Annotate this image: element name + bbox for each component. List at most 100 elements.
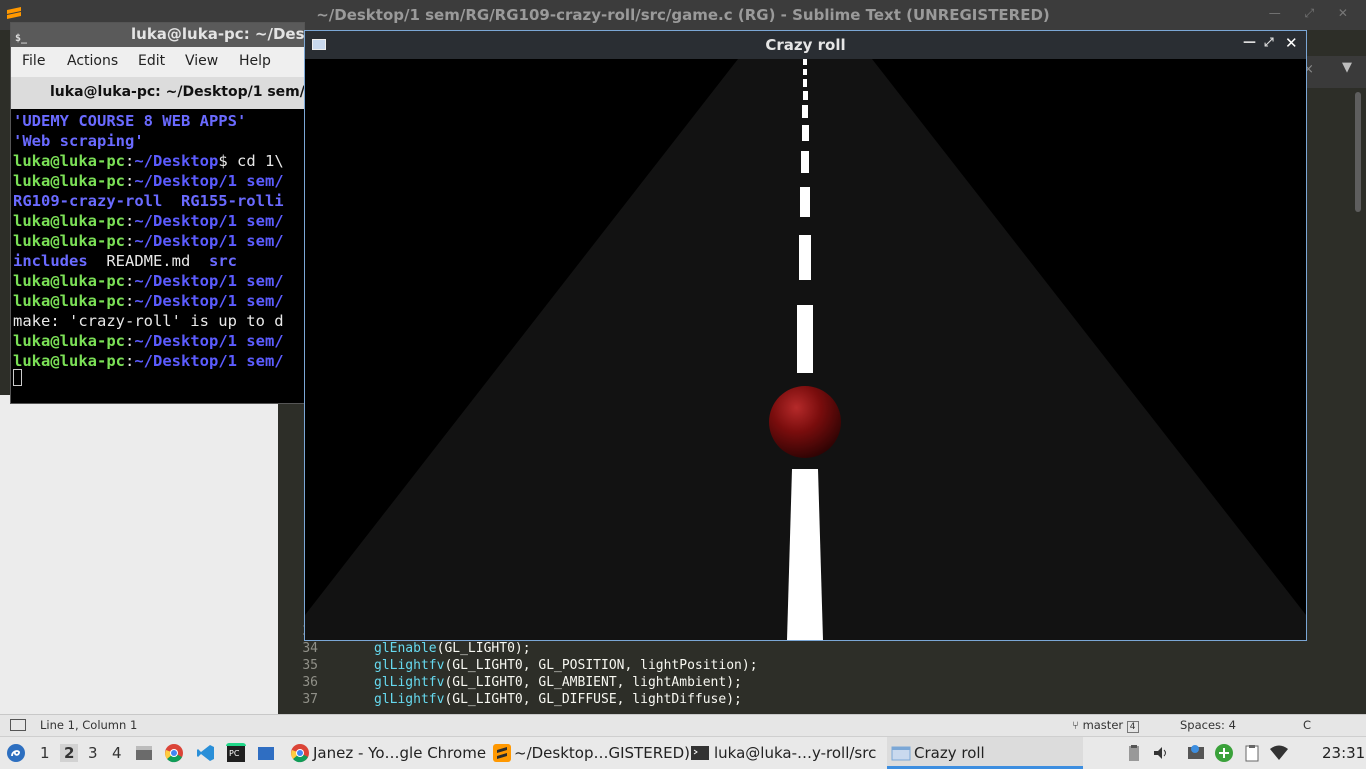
pycharm-icon[interactable]: PC (226, 743, 246, 763)
vscode-icon[interactable] (196, 743, 216, 763)
lane-dash (799, 235, 811, 280)
prompt-separator: : (124, 352, 135, 370)
desktop-2[interactable]: 2 (60, 744, 79, 762)
task-label: ~/Desktop…GISTERED) (514, 744, 690, 762)
task-chrome[interactable]: Janez - Yo…gle Chrome (288, 737, 486, 769)
branch-badge: 4 (1126, 721, 1139, 733)
clipboard-icon[interactable] (1124, 743, 1144, 763)
terminal-tabbar: luka@luka-pc: ~/Desktop/1 sem/RG (11, 77, 304, 109)
code-args: (GL_LIGHT0, GL_DIFFUSE, lightDiffuse); (444, 692, 742, 707)
task-crazy-roll[interactable]: Crazy roll (887, 737, 1083, 769)
cursor-position[interactable]: Line 1, Column 1 (40, 718, 137, 732)
window-list-icon[interactable] (256, 743, 276, 763)
code-line: 37 glLightfv(GL_LIGHT0, GL_DIFFUSE, light… (278, 691, 742, 708)
sublime-window-buttons[interactable]: — ⤢ ✕ (1269, 6, 1358, 21)
lane-dash (803, 59, 807, 65)
task-terminal[interactable]: luka@luka-…y-roll/src (690, 737, 880, 769)
terminal-line: RG109-crazy-roll RG155-rolli (13, 191, 284, 211)
prompt-path: ~/Desktop/1 sem/ (134, 212, 284, 230)
menu-file[interactable]: File (22, 53, 45, 69)
terminal-cursor (13, 369, 22, 386)
code-args: (GL_LIGHT0); (436, 641, 531, 656)
terminal-tab[interactable]: luka@luka-pc: ~/Desktop/1 sem/RG (50, 84, 304, 100)
terminal-line: luka@luka-pc:~/Desktop/1 sem/ (13, 231, 284, 251)
lane-dash (787, 469, 823, 640)
terminal-line: 'UDEMY COURSE 8 WEB APPS' (13, 111, 246, 131)
ball (769, 386, 841, 458)
notification-icon[interactable] (1186, 743, 1206, 763)
prompt-user: luka@luka-pc (13, 212, 125, 230)
prompt-path: ~/Desktop (134, 152, 219, 170)
prompt-separator: : (124, 212, 135, 230)
terminal-line: luka@luka-pc:~/Desktop$ cd 1\ (13, 151, 284, 171)
prompt-user: luka@luka-pc (13, 272, 125, 290)
svg-text:PC: PC (229, 749, 240, 758)
prompt-separator: : (124, 172, 135, 190)
close-icon[interactable]: ✕ (1285, 34, 1298, 52)
chrome-icon (291, 744, 309, 763)
code-line: 36 glLightfv(GL_LIGHT0, GL_AMBIENT, light… (278, 674, 742, 691)
output-text: RG109-crazy-roll RG155-rolli (13, 192, 284, 210)
prompt-user: luka@luka-pc (13, 332, 125, 350)
prompt-separator: : (124, 272, 135, 290)
syntax-setting[interactable]: C (1303, 718, 1311, 732)
indentation-setting[interactable]: Spaces: 4 (1180, 718, 1236, 732)
editor-scrollbar[interactable] (1355, 92, 1361, 212)
task-label: luka@luka-…y-roll/src (714, 744, 877, 762)
output-text: 'UDEMY COURSE 8 WEB APPS' (13, 112, 247, 130)
terminal-icon (691, 746, 709, 760)
terminal-line: luka@luka-pc:~/Desktop/1 sem/ (13, 331, 284, 351)
code-editor[interactable]: 33glEnable(GL_LIGHTING);34glEnable(GL_LI… (278, 624, 1358, 716)
wifi-icon[interactable] (1269, 743, 1289, 763)
git-branch[interactable]: ⑂ master 4 (1072, 718, 1139, 733)
chrome-icon[interactable] (164, 743, 184, 763)
output-text: make: 'crazy-roll' is up to d (13, 312, 284, 330)
sublime-logo-icon (7, 7, 21, 19)
terminal-window: $_ luka@luka-pc: ~/Desktop/1 sem/RG/RG10… (10, 22, 305, 404)
file-manager-icon[interactable] (134, 743, 154, 763)
clipboard-manager-icon[interactable] (1242, 743, 1262, 763)
minimize-icon[interactable]: — (1243, 35, 1256, 50)
panel-toggle-icon[interactable] (10, 719, 26, 731)
update-icon[interactable] (1214, 743, 1234, 763)
desktop-4[interactable]: 4 (112, 744, 122, 762)
start-menu-icon[interactable] (6, 743, 26, 763)
task-label: Crazy roll (914, 744, 985, 762)
task-sublime[interactable]: ~/Desktop…GISTERED) (490, 737, 690, 769)
menu-help[interactable]: Help (239, 53, 271, 69)
line-number: 35 (302, 658, 318, 673)
terminal-title: luka@luka-pc: ~/Desktop/1 sem/RG/RG109-c… (131, 25, 305, 43)
menu-view[interactable]: View (185, 53, 218, 69)
terminal-output[interactable]: 'UDEMY COURSE 8 WEB APPS' 'Web scraping' l… (13, 111, 303, 401)
tab-dropdown-icon[interactable]: ▼ (1342, 60, 1352, 75)
clock[interactable]: 23:31 (1322, 744, 1365, 762)
game-canvas[interactable] (305, 59, 1306, 640)
desktop-1[interactable]: 1 (40, 744, 50, 762)
terminal-titlebar[interactable]: $_ luka@luka-pc: ~/Desktop/1 sem/RG/RG10… (11, 23, 305, 47)
prompt-user: luka@luka-pc (13, 152, 125, 170)
function-name: glLightfv (374, 692, 445, 707)
prompt-user: luka@luka-pc (13, 232, 125, 250)
crazy-roll-titlebar[interactable]: Crazy roll — ⤢ ✕ (305, 31, 1306, 59)
prompt-user: luka@luka-pc (13, 292, 125, 310)
line-number: 37 (302, 692, 318, 707)
function-name: glEnable (374, 641, 437, 656)
terminal-line: includes README.md src (13, 251, 237, 271)
lane-dash (803, 69, 807, 75)
prompt-separator: : (124, 152, 135, 170)
prompt-separator: : (124, 332, 135, 350)
menu-edit[interactable]: Edit (138, 53, 165, 69)
prompt-path: ~/Desktop/1 sem/ (134, 172, 284, 190)
maximize-icon[interactable]: ⤢ (1264, 35, 1274, 50)
volume-icon[interactable] (1151, 743, 1171, 763)
output-dir: includes (13, 252, 88, 270)
desktop-3[interactable]: 3 (88, 744, 98, 762)
prompt-path: ~/Desktop/1 sem/ (134, 292, 284, 310)
terminal-line: luka@luka-pc:~/Desktop/1 sem/ (13, 211, 284, 231)
prompt-path: ~/Desktop/1 sem/ (134, 332, 284, 350)
lane-dash (803, 91, 808, 100)
sublime-statusbar: Line 1, Column 1 ⑂ master 4 Spaces: 4 C (0, 714, 1366, 737)
code-line: 35 glLightfv(GL_LIGHT0, GL_POSITION, ligh… (278, 657, 757, 674)
sublime-logo-icon (493, 744, 511, 762)
menu-actions[interactable]: Actions (67, 53, 118, 69)
